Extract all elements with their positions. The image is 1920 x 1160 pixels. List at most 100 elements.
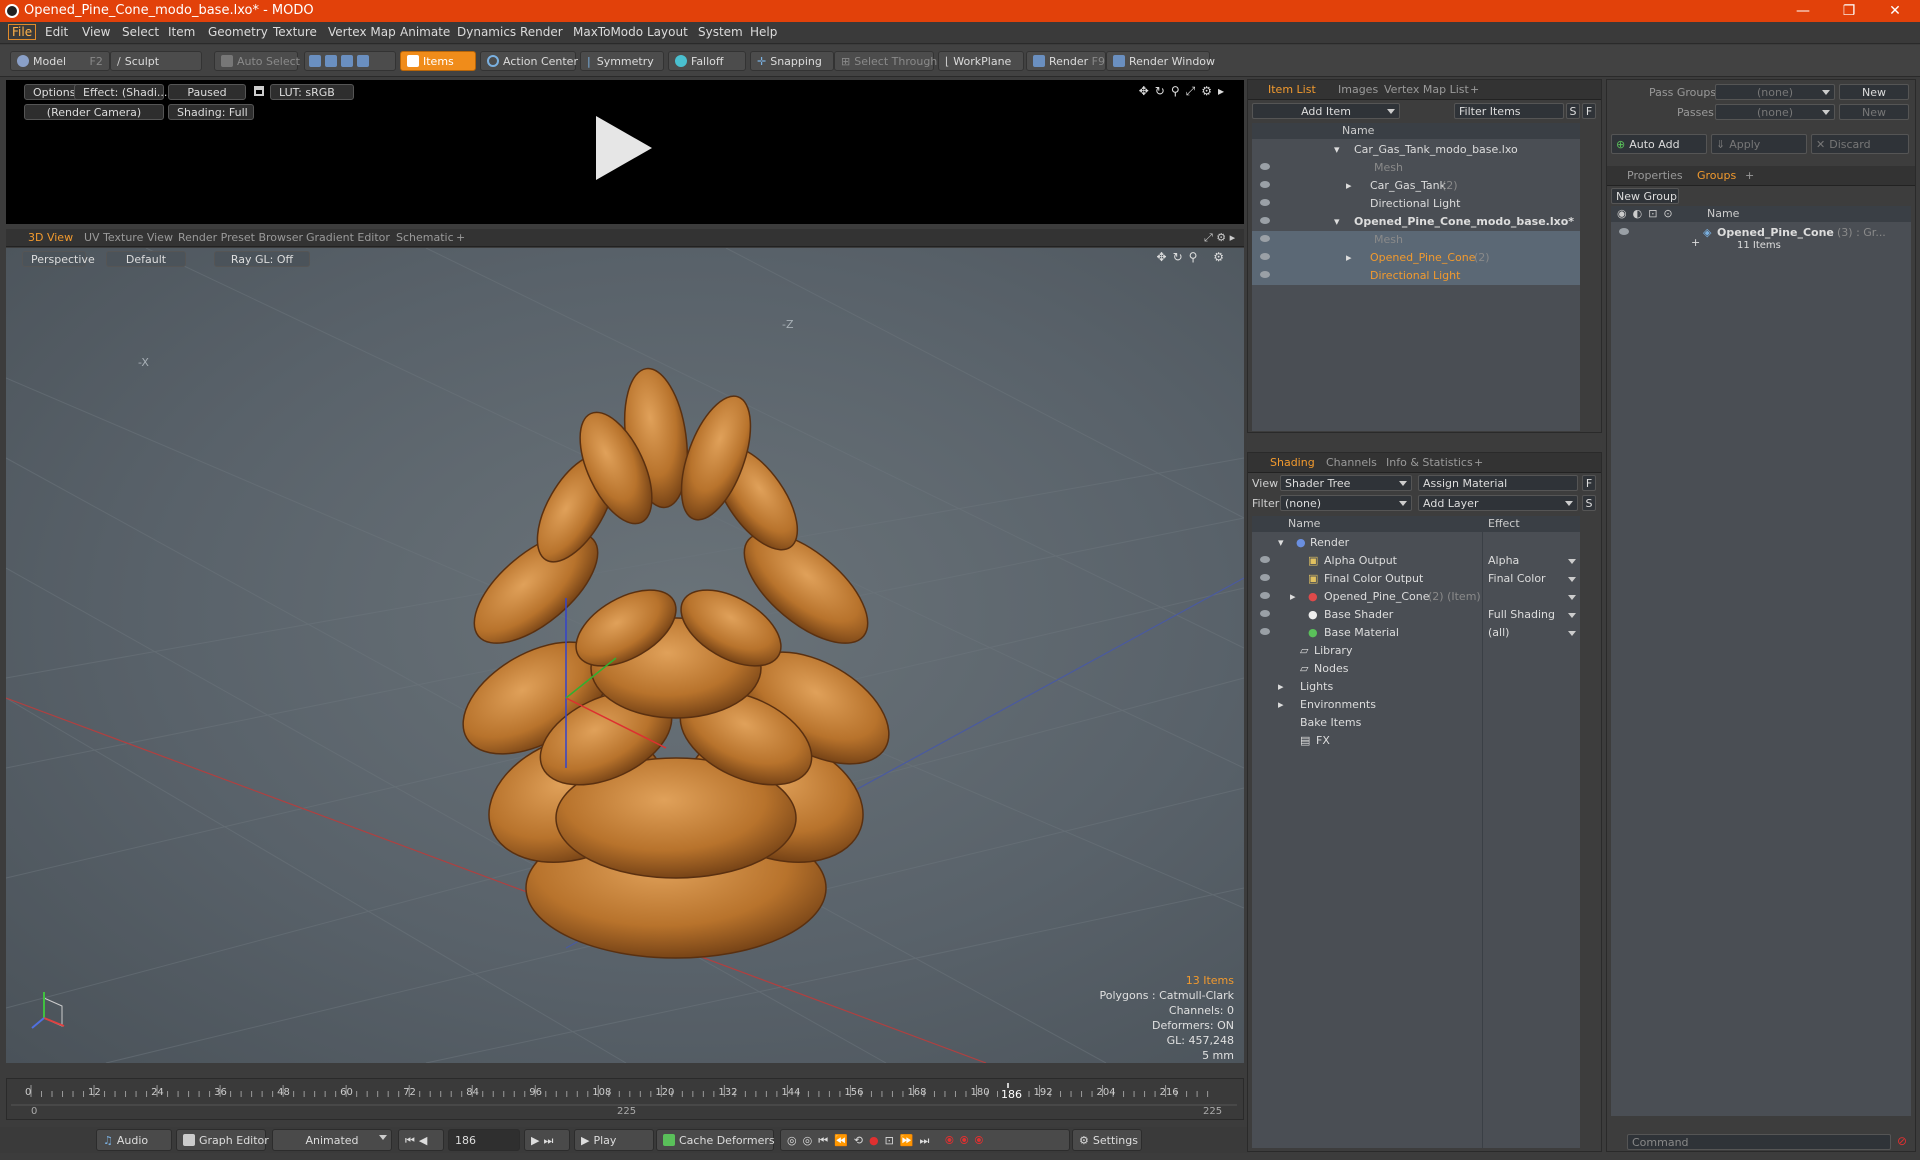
- vertices-mode-icon[interactable]: [309, 55, 321, 67]
- shader-row-alpha-output[interactable]: ▣ Alpha Output Alpha: [1252, 552, 1580, 570]
- auto-select-button[interactable]: Auto Select: [214, 51, 300, 71]
- tree-row-car-gas-tank[interactable]: ▸ Car_Gas_Tank (2): [1252, 177, 1580, 195]
- menu-item[interactable]: Item: [168, 25, 195, 39]
- eye-icon[interactable]: [1260, 181, 1270, 188]
- shader-row-base-material[interactable]: ● Base Material (all): [1252, 624, 1580, 642]
- new-pass-button[interactable]: New: [1839, 104, 1909, 120]
- apply-button[interactable]: ⇓ Apply: [1711, 134, 1807, 154]
- eye-icon[interactable]: [1260, 556, 1270, 563]
- eye-icon[interactable]: [1260, 199, 1270, 206]
- shader-row-render[interactable]: ▾ ● Render: [1252, 534, 1580, 552]
- tab-info-statistics[interactable]: Info & Statistics: [1386, 456, 1473, 469]
- menu-edit[interactable]: Edit: [45, 25, 68, 39]
- default-style-dropdown[interactable]: Default: [106, 251, 186, 267]
- camera-dropdown[interactable]: (Render Camera): [24, 104, 164, 120]
- prev-key-buttons[interactable]: ⏮◀: [398, 1129, 444, 1151]
- raygl-toggle[interactable]: Ray GL: Off: [214, 251, 310, 267]
- view-dropdown[interactable]: Shader Tree: [1280, 475, 1412, 491]
- expand-icon[interactable]: ▸: [1346, 179, 1352, 192]
- tree-row-car-light[interactable]: Directional Light: [1252, 195, 1580, 213]
- tab-vertex-map-list[interactable]: Vertex Map List: [1384, 83, 1469, 96]
- new-pass-group-button[interactable]: New: [1839, 84, 1909, 100]
- tab-channels[interactable]: Channels: [1326, 456, 1377, 469]
- tree-row-pine-scene[interactable]: ▾ Opened_Pine_Cone_modo_base.lxo*: [1252, 213, 1580, 231]
- filter-dropdown[interactable]: (none): [1280, 495, 1412, 511]
- audio-button[interactable]: ♫ Audio: [96, 1129, 172, 1151]
- menu-file[interactable]: File: [8, 24, 37, 40]
- eye-icon[interactable]: [1260, 253, 1270, 260]
- frame-input[interactable]: 186: [448, 1129, 520, 1151]
- key-tools-group[interactable]: ◎◎⏮⏪⟲●⊡⏩⏭ ⦿⦿⦿: [780, 1129, 1070, 1151]
- expand-icon[interactable]: ▾: [1334, 143, 1340, 156]
- group-row-pine-cone[interactable]: + ◈ Opened_Pine_Cone (3) : Gr... 11 Item…: [1611, 224, 1911, 258]
- polygons-mode-icon[interactable]: [341, 55, 353, 67]
- tab-schematic[interactable]: Schematic: [396, 231, 454, 244]
- eye-icon[interactable]: [1260, 592, 1270, 599]
- tab-uv-texture-view[interactable]: UV Texture View: [84, 231, 173, 244]
- menu-layout[interactable]: Layout: [647, 25, 688, 39]
- shading-s-button[interactable]: S: [1582, 495, 1596, 511]
- lock-icon[interactable]: [254, 86, 264, 96]
- expand-icon[interactable]: ▾: [1278, 536, 1284, 549]
- chevron-down-icon[interactable]: [1568, 631, 1576, 636]
- preview-nav-icons[interactable]: ✥↻⚲⤢⚙▸: [1139, 84, 1230, 99]
- chevron-down-icon[interactable]: [1568, 577, 1576, 582]
- action-center-button[interactable]: Action Center: [480, 51, 578, 71]
- menu-view[interactable]: View: [82, 25, 110, 39]
- play-button[interactable]: ▶ Play: [574, 1129, 654, 1151]
- render-window-button[interactable]: Render Window: [1106, 51, 1215, 71]
- 3d-viewport[interactable]: -X -Z Perspective Default Ray GL: Off ✥↻…: [6, 248, 1244, 1063]
- menu-system[interactable]: System: [698, 25, 743, 39]
- edges-mode-icon[interactable]: [325, 55, 337, 67]
- menu-vertex-map[interactable]: Vertex Map: [328, 25, 396, 39]
- menu-help[interactable]: Help: [750, 25, 777, 39]
- tree-row-car-scene[interactable]: ▾ Car_Gas_Tank_modo_base.lxo: [1252, 141, 1580, 159]
- tab-render-preset-browser[interactable]: Render Preset Browser: [178, 231, 303, 244]
- tab-gradient-editor[interactable]: Gradient Editor: [306, 231, 390, 244]
- eye-icon[interactable]: [1260, 271, 1270, 278]
- viewport-settings-icon[interactable]: ⤢ ⚙ ▸: [1204, 231, 1235, 245]
- cache-deformers-button[interactable]: Cache Deformers: [656, 1129, 775, 1151]
- shading-f-button[interactable]: F: [1582, 475, 1596, 491]
- chevron-down-icon[interactable]: [1568, 595, 1576, 600]
- filter-items-input[interactable]: Filter Items: [1454, 103, 1564, 119]
- record-icon[interactable]: ⊘: [1897, 1134, 1907, 1148]
- render-preview[interactable]: Options Effect: (Shadi... Paused LUT: sR…: [6, 80, 1244, 224]
- tab-properties[interactable]: Properties: [1627, 169, 1683, 182]
- menu-texture[interactable]: Texture: [273, 25, 317, 39]
- menu-geometry[interactable]: Geometry: [208, 25, 268, 39]
- add-tab-button[interactable]: +: [456, 231, 465, 244]
- menu-dynamics[interactable]: Dynamics: [457, 25, 516, 39]
- shader-row-pine-material[interactable]: ▸ ● Opened_Pine_Cone (2) (Item): [1252, 588, 1580, 606]
- expand-icon[interactable]: ▸: [1278, 698, 1284, 711]
- perspective-dropdown[interactable]: Perspective: [22, 251, 95, 267]
- tree-row-car-mesh[interactable]: Mesh: [1252, 159, 1580, 177]
- eye-icon[interactable]: [1260, 574, 1270, 581]
- shader-row-final-color[interactable]: ▣ Final Color Output Final Color: [1252, 570, 1580, 588]
- expand-icon[interactable]: ▸: [1346, 251, 1352, 264]
- pine-cone-model[interactable]: [426, 348, 926, 988]
- auto-add-button[interactable]: ⊕ Auto Add: [1611, 134, 1707, 154]
- eye-icon[interactable]: [1260, 235, 1270, 242]
- add-layer-dropdown[interactable]: Add Layer: [1418, 495, 1578, 511]
- tab-3d-view[interactable]: 3D View: [28, 231, 73, 244]
- add-item-dropdown[interactable]: Add Item: [1252, 103, 1400, 119]
- eye-icon[interactable]: [1260, 628, 1270, 635]
- chevron-down-icon[interactable]: [1568, 613, 1576, 618]
- menu-select[interactable]: Select: [122, 25, 159, 39]
- snapping-button[interactable]: ✛ Snapping: [750, 51, 834, 71]
- shader-row-fx[interactable]: ▤ FX: [1252, 732, 1580, 750]
- passes-dropdown[interactable]: (none): [1715, 104, 1835, 120]
- model-button[interactable]: Model F2: [10, 51, 110, 71]
- shader-row-library[interactable]: ▱ Library: [1252, 642, 1580, 660]
- sculpt-button[interactable]: / Sculpt: [110, 51, 202, 71]
- close-button[interactable]: ✕: [1872, 0, 1918, 22]
- filter-f-button[interactable]: F: [1582, 103, 1596, 119]
- expand-icon[interactable]: ▸: [1290, 590, 1296, 603]
- tree-row-pine-cone[interactable]: ▸ Opened_Pine_Cone (2): [1252, 249, 1580, 267]
- tree-row-pine-light[interactable]: Directional Light: [1252, 267, 1580, 285]
- select-through-button[interactable]: ⊞ Select Through: [834, 51, 937, 71]
- shading-dropdown[interactable]: Shading: Full: [168, 104, 254, 120]
- timeline[interactable]: 0 12 24 36 48 60 72 84 96 108 120 132 144 156 168 180 19…: [6, 1078, 1244, 1120]
- paused-button[interactable]: Paused: [168, 84, 246, 100]
